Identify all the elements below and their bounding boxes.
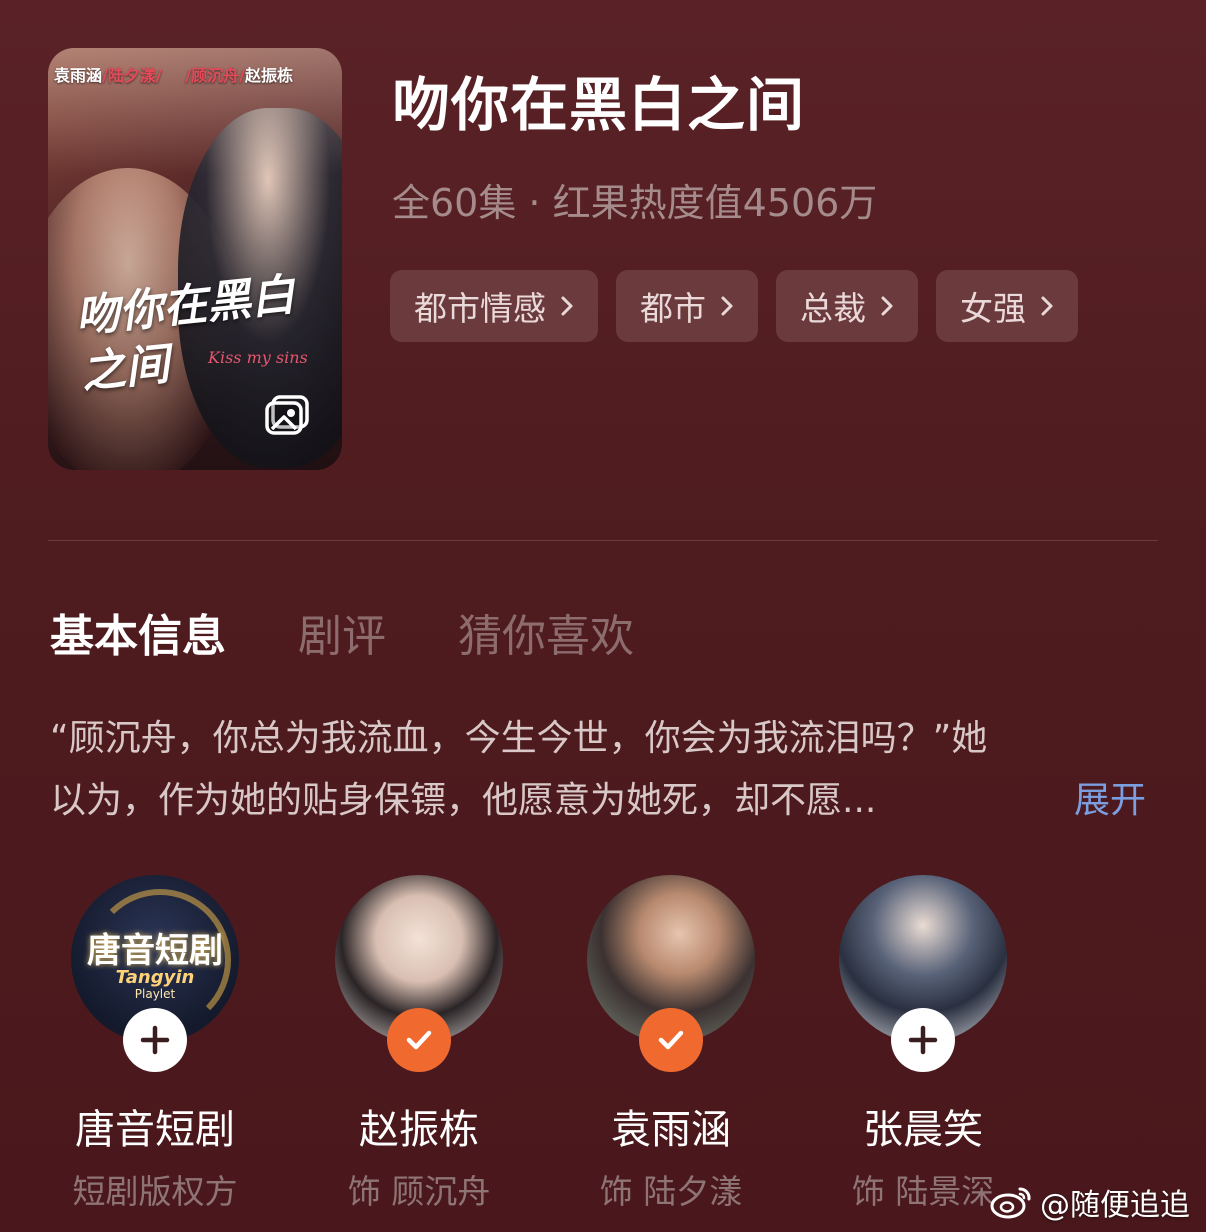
person-card[interactable]: 袁雨涵 饰 陆夕漾 <box>546 875 796 1211</box>
expand-button[interactable]: 展开 <box>1074 770 1146 832</box>
weibo-icon <box>990 1187 1031 1219</box>
watermark: @随便追追 <box>990 1180 1190 1224</box>
person-role: 短剧版权方 <box>72 1172 238 1211</box>
tab-recommendations[interactable]: 猜你喜欢 <box>458 600 634 662</box>
tag-strong-heroine[interactable]: 女强 <box>936 270 1078 342</box>
synopsis-line-1: “顾沉舟，你总为我流血，今生今世，你会为我流泪吗？”她 <box>50 718 988 759</box>
poster-title-art: 吻你在黑白之间 <box>72 269 298 399</box>
tab-reviews[interactable]: 剧评 <box>298 600 386 662</box>
drama-poster[interactable]: 袁雨涵/陆夕漾/ /顾沉舟/赵振栋 吻你在黑白之间 Kiss my sins <box>48 48 342 470</box>
tag-list: 都市情感 都市 总裁 女强 <box>390 270 1078 342</box>
plus-icon <box>140 1025 170 1055</box>
logo-sub: Tangyin <box>115 967 195 988</box>
poster-cast-actress: 袁雨涵 <box>54 66 103 85</box>
follow-button[interactable] <box>123 1008 187 1072</box>
person-role: 饰 顾沉舟 <box>347 1172 491 1211</box>
synopsis: “顾沉舟，你总为我流血，今生今世，你会为我流泪吗？”她 以为，作为她的贴身保镖，… <box>50 708 1160 832</box>
watermark-text: @随便追追 <box>1040 1188 1190 1223</box>
poster-cast-actor: 赵振栋 <box>245 66 294 85</box>
person-name: 唐音短剧 <box>75 1107 235 1153</box>
tag-label: 都市 <box>640 289 706 328</box>
person-name: 张晨笑 <box>863 1107 983 1153</box>
drama-title: 吻你在黑白之间 <box>392 71 806 139</box>
plus-icon <box>908 1025 938 1055</box>
logo-sub2: Playlet <box>134 987 176 1001</box>
gallery-icon[interactable] <box>264 394 310 436</box>
person-card[interactable]: 唐音短剧 Tangyin Playlet 唐音短剧 短剧版权方 <box>30 875 280 1211</box>
tag-label: 都市情感 <box>414 289 546 328</box>
chevron-right-icon <box>561 296 573 316</box>
detail-tabs: 基本信息 剧评 猜你喜欢 <box>50 600 706 662</box>
poster-cast-credits: 袁雨涵/陆夕漾/ /顾沉舟/赵振栋 <box>54 62 293 86</box>
tag-label: 女强 <box>960 289 1026 328</box>
followed-button[interactable] <box>639 1008 703 1072</box>
chevron-right-icon <box>1041 296 1053 316</box>
poster-cast-role2: /顾沉舟/ <box>185 66 245 85</box>
tag-urban-romance[interactable]: 都市情感 <box>390 270 598 342</box>
followed-button[interactable] <box>387 1008 451 1072</box>
person-name: 袁雨涵 <box>611 1107 731 1153</box>
tag-label: 总裁 <box>800 289 866 328</box>
person-card[interactable]: 赵振栋 饰 顾沉舟 <box>294 875 544 1211</box>
chevron-right-icon <box>721 296 733 316</box>
poster-cast-role1: /陆夕漾/ <box>102 66 162 85</box>
drama-meta: 全60集 · 红果热度值4506万 <box>392 181 878 225</box>
tag-urban[interactable]: 都市 <box>616 270 758 342</box>
person-name: 赵振栋 <box>359 1107 479 1153</box>
logo-text: 唐音短剧 <box>87 931 223 971</box>
synopsis-line-2: 以为，作为她的贴身保镖，他愿意为她死，却不愿... <box>50 780 877 821</box>
person-card[interactable]: 张晨笑 饰 陆景深 <box>798 875 1048 1211</box>
person-role: 饰 陆夕漾 <box>599 1172 743 1211</box>
poster-subtitle-art: Kiss my sins <box>208 348 308 367</box>
section-divider <box>48 540 1158 541</box>
tab-basic-info[interactable]: 基本信息 <box>50 600 226 662</box>
chevron-right-icon <box>881 296 893 316</box>
check-icon <box>658 1030 684 1050</box>
check-icon <box>406 1030 432 1050</box>
tag-ceo[interactable]: 总裁 <box>776 270 918 342</box>
follow-button[interactable] <box>891 1008 955 1072</box>
